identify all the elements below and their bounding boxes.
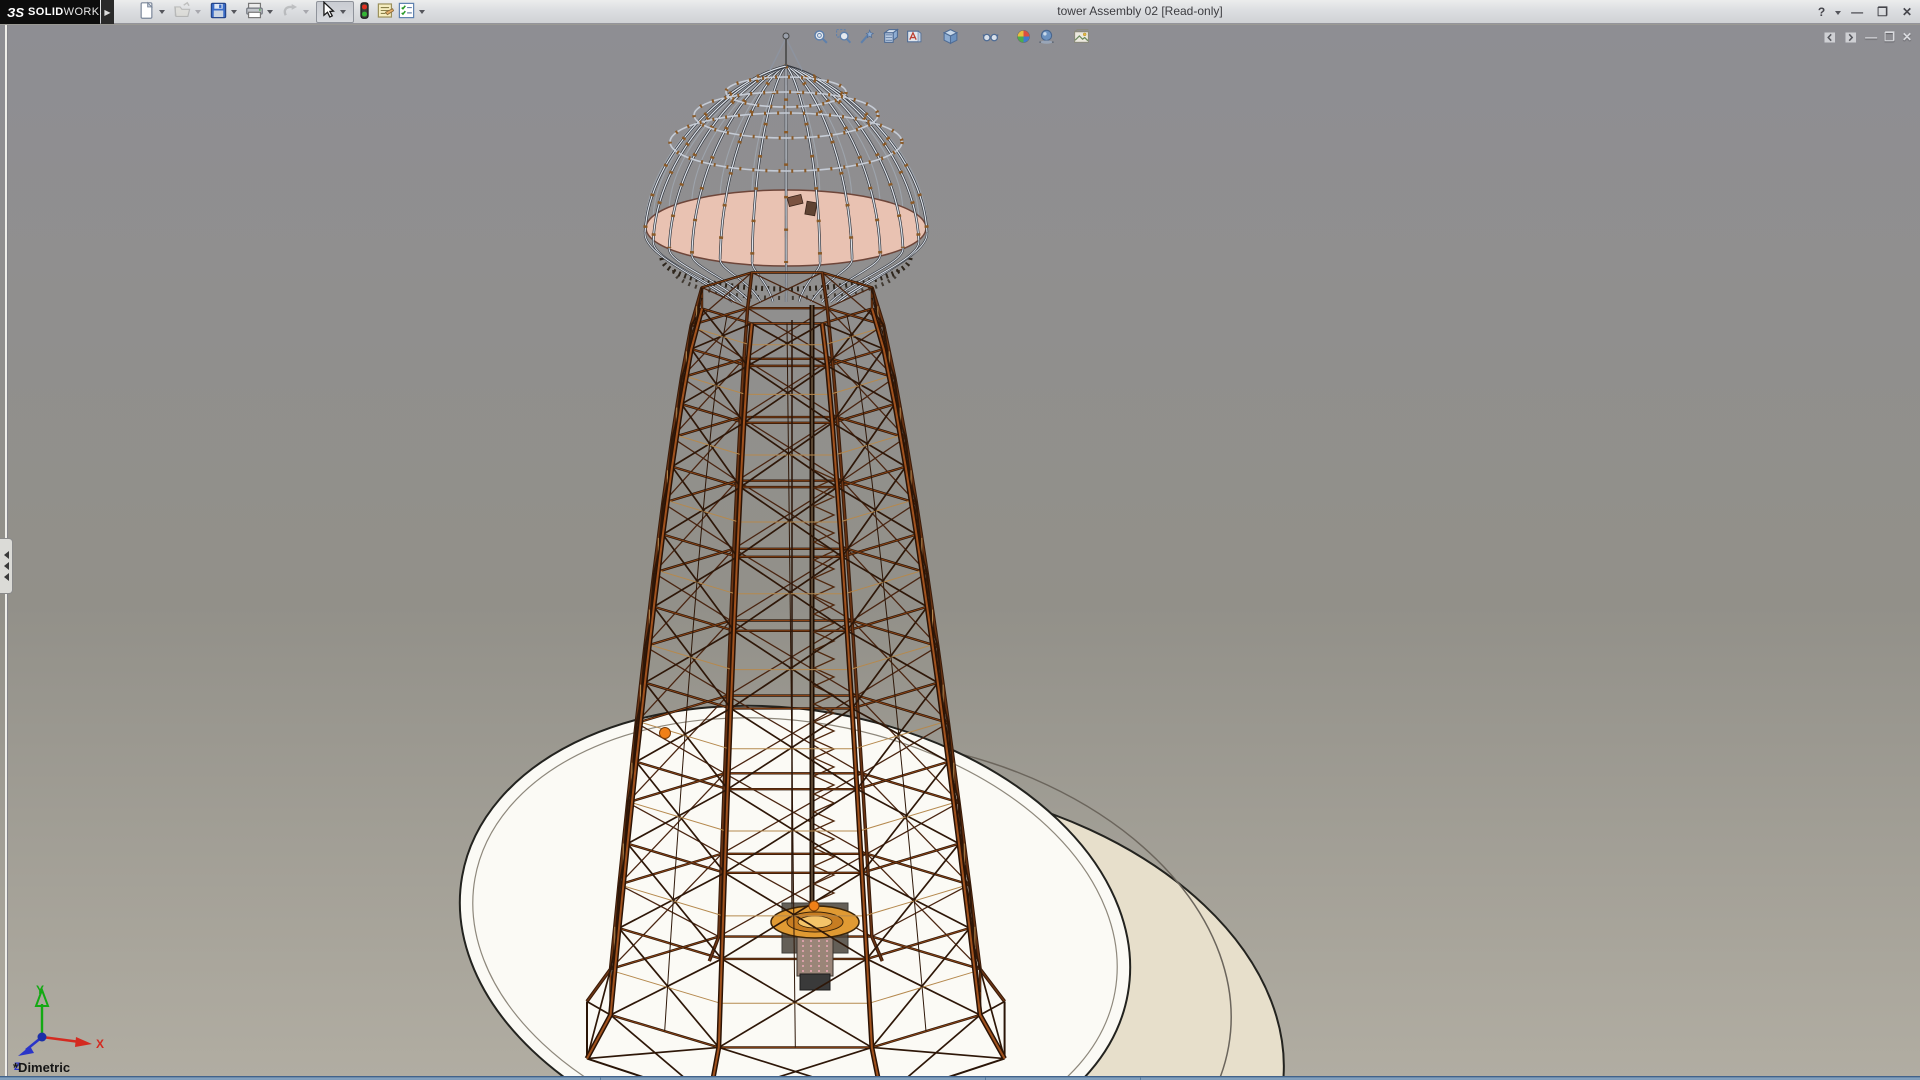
main-toolbar: [136, 0, 432, 23]
svg-text:X: X: [96, 1037, 104, 1051]
toolbar-expand-button[interactable]: ▶: [101, 0, 114, 24]
doc-restore-button[interactable]: ❐: [1884, 30, 1895, 44]
previous-view-icon[interactable]: [856, 28, 878, 48]
view-orientation-label: *Dimetric: [13, 1060, 71, 1075]
properties-button[interactable]: [375, 1, 396, 23]
document-window-controls: — ❐ ✕: [1823, 30, 1912, 44]
collapse-left-panel-icon[interactable]: [1823, 31, 1837, 44]
collapse-arrow-icon: [0, 562, 9, 570]
select-icon: [318, 0, 337, 23]
hide-show-items-icon[interactable]: [979, 28, 1001, 48]
undo-icon: [281, 1, 300, 23]
doc-close-button[interactable]: ✕: [1902, 30, 1912, 44]
edit-appearance-icon[interactable]: [1012, 28, 1034, 48]
new-document-button[interactable]: [136, 1, 172, 23]
dropdown-caret-icon[interactable]: [419, 10, 425, 17]
headsup-view-toolbar: [0, 28, 1920, 50]
collapse-arrow-icon: [0, 573, 9, 581]
save-button[interactable]: [208, 1, 244, 23]
open-document-icon: [173, 1, 192, 23]
doc-minimize-button[interactable]: —: [1865, 30, 1877, 44]
solidworks-logo: ЗS SOLID WORKS: [0, 0, 107, 24]
window-controls: ? — ❐ ✕: [1814, 0, 1916, 24]
annotation-views-icon[interactable]: [902, 28, 924, 48]
traffic-light-icon: [355, 1, 374, 23]
restore-button[interactable]: ❐: [1873, 1, 1892, 23]
zoom-to-fit-icon[interactable]: [809, 28, 831, 48]
dropdown-caret-icon[interactable]: [231, 10, 237, 17]
dropdown-caret-icon[interactable]: [340, 10, 346, 17]
zoom-to-area-icon[interactable]: [832, 28, 854, 48]
window-title: tower Assembly 02 [Read-only]: [1057, 4, 1223, 18]
svg-text:Y: Y: [36, 983, 44, 997]
select-button[interactable]: [316, 0, 354, 23]
help-caret-icon[interactable]: [1835, 10, 1842, 18]
logo-solid: SOLID: [28, 6, 64, 18]
close-button[interactable]: ✕: [1898, 1, 1916, 23]
print-button[interactable]: [244, 1, 280, 23]
triad-x-axis: X: [41, 1035, 104, 1051]
status-bar: [0, 1076, 1920, 1080]
viewport-canvas[interactable]: — ❐ ✕ Y X Z *Dimetric: [0, 25, 1920, 1076]
save-icon: [209, 1, 228, 23]
dropdown-caret-icon[interactable]: [267, 10, 273, 17]
expand-right-panel-icon[interactable]: [1844, 31, 1858, 44]
tower-assembly-model[interactable]: [0, 25, 1920, 1076]
dropdown-caret-icon[interactable]: [195, 10, 201, 17]
traffic-light-button[interactable]: [354, 1, 375, 23]
new-document-icon: [137, 1, 156, 23]
options-button[interactable]: [396, 1, 432, 23]
apply-scene-icon[interactable]: [1035, 28, 1057, 48]
collapse-arrow-icon: [0, 551, 9, 559]
options-icon: [397, 1, 416, 23]
view-orientation-icon[interactable]: [939, 28, 961, 48]
minimize-button[interactable]: —: [1847, 1, 1867, 23]
properties-icon: [376, 1, 395, 23]
logo-3ds-mark: ЗS: [7, 4, 25, 20]
title-bar: ЗS SOLID WORKS ▶ tower Assembly 02 [Read…: [0, 0, 1920, 24]
print-icon: [245, 1, 264, 23]
solidworks-window: ЗS SOLID WORKS ▶ tower Assembly 02 [Read…: [0, 0, 1920, 1080]
feature-panel-collapse-tab[interactable]: [0, 538, 13, 594]
triad-origin: [37, 1032, 47, 1042]
view-settings-icon[interactable]: [1070, 28, 1092, 48]
open-document-button[interactable]: [172, 1, 208, 23]
help-button[interactable]: ?: [1814, 1, 1829, 23]
triad-y-axis: Y: [34, 983, 50, 1037]
dropdown-caret-icon[interactable]: [159, 10, 165, 17]
dropdown-caret-icon[interactable]: [303, 10, 309, 17]
section-view-icon[interactable]: [879, 28, 901, 48]
undo-button[interactable]: [280, 1, 316, 23]
